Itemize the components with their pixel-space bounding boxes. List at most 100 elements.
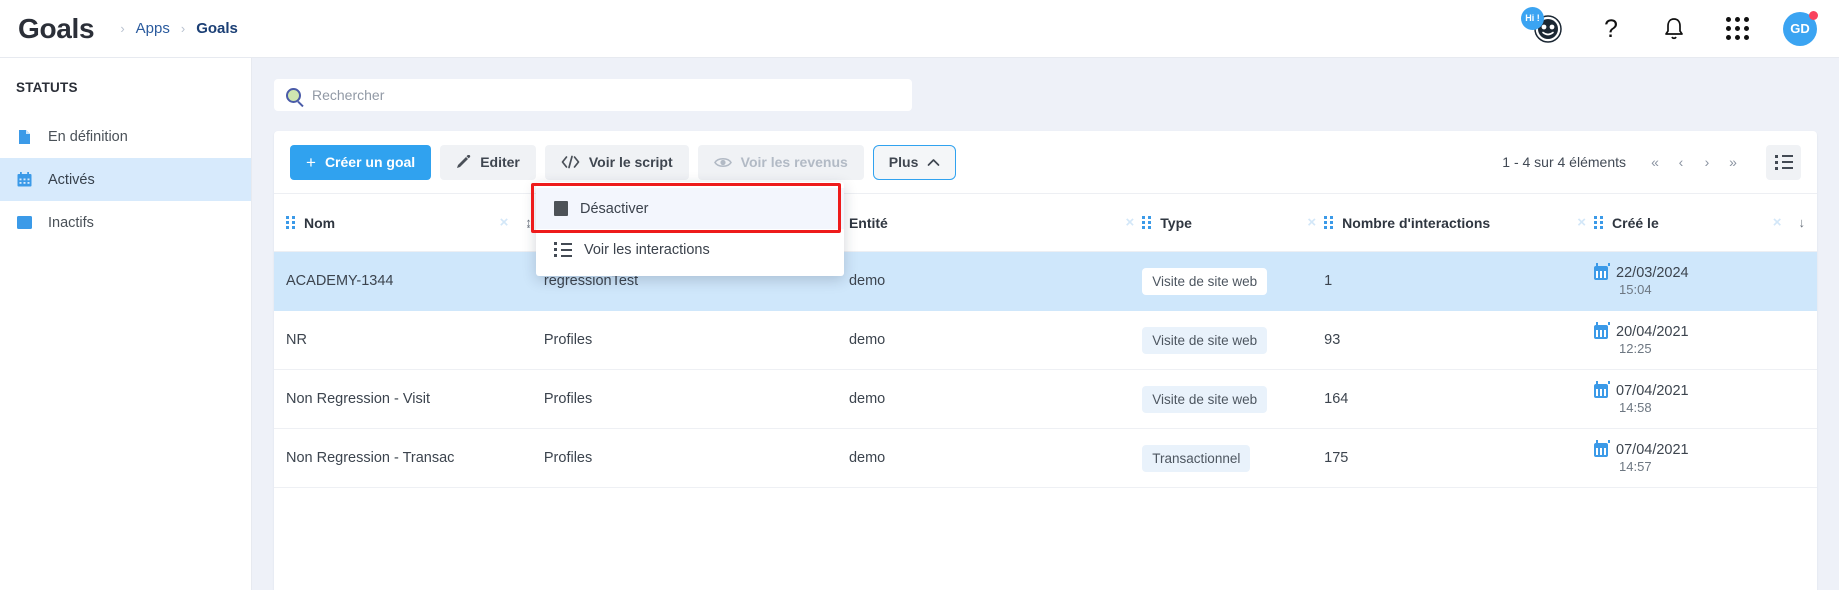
cell-date: 07/04/2021 14:57 — [1594, 428, 1817, 488]
column-header-nom[interactable]: Nom × ↨ — [274, 193, 544, 252]
view-revenue-button: Voir les revenus — [697, 144, 864, 180]
table-row[interactable]: Non Regression - Visit Profiles demo Vis… — [274, 369, 1817, 429]
drag-handle-icon[interactable] — [1594, 216, 1604, 229]
time-value: 14:58 — [1619, 400, 1652, 415]
cell-type: Visite de site web — [1142, 310, 1325, 370]
column-header-label: Entité — [848, 214, 888, 231]
search-placeholder: Rechercher — [312, 87, 385, 103]
calendar-icon — [1594, 440, 1611, 457]
assistant-button[interactable]: Hi ! — [1521, 6, 1565, 46]
sidebar-item-en-definition[interactable]: En définition — [0, 115, 251, 158]
dropdown-item-voir-les-interactions[interactable]: Voir les interactions — [536, 229, 844, 270]
column-clear-icon[interactable]: × — [1773, 214, 1782, 231]
assistant-badge: Hi ! — [1521, 6, 1544, 30]
calendar-icon — [1594, 381, 1611, 398]
view-script-button[interactable]: Voir le script — [544, 144, 689, 180]
apps-menu-button[interactable] — [1720, 12, 1754, 46]
drag-handle-icon[interactable] — [1142, 216, 1152, 229]
table-row[interactable]: ACADEMY-1344 regressionTest demo Visite … — [274, 251, 1817, 311]
breadcrumb-separator-icon: › — [180, 21, 186, 36]
pagination: 1 - 4 sur 4 éléments « ‹ › » — [1502, 144, 1801, 180]
breadcrumb-item-goals[interactable]: Goals — [196, 20, 238, 37]
cell-type: Visite de site web — [1142, 369, 1325, 429]
table-row[interactable]: NR Profiles demo Visite de site web 93 2… — [274, 310, 1817, 370]
sidebar-item-label: En définition — [48, 128, 128, 145]
more-button[interactable]: Plus — [872, 144, 957, 180]
pencil-icon — [457, 154, 471, 168]
cell-interactions: 1 — [1324, 251, 1595, 311]
sidebar-item-label: Inactifs — [48, 214, 94, 231]
help-button[interactable]: ? — [1594, 12, 1628, 46]
chevron-up-icon — [928, 158, 940, 166]
grid-icon — [1725, 17, 1749, 40]
page-body: STATUTS En définition Activés Inactifs R… — [0, 57, 1839, 590]
create-goal-label: Créer un goal — [324, 154, 416, 170]
cell-nom: Non Regression - Transac — [274, 428, 544, 488]
column-header-entite[interactable]: Entité × — [848, 193, 1143, 252]
list-view-toggle-button[interactable] — [1766, 144, 1801, 180]
breadcrumb-separator-icon: › — [120, 21, 125, 36]
type-badge: Visite de site web — [1142, 385, 1268, 413]
view-revenue-label: Voir les revenus — [740, 154, 848, 170]
sort-toggle-icon[interactable]: ↓ — [1799, 215, 1806, 230]
avatar[interactable]: GD — [1783, 10, 1818, 46]
table-header-row: Nom × ↨ Entité × Type × Nombre d'interac… — [274, 193, 1817, 252]
plus-icon: + — [306, 152, 316, 172]
sidebar-item-actives[interactable]: Activés — [0, 158, 251, 201]
table-body: ACADEMY-1344 regressionTest demo Visite … — [274, 251, 1817, 488]
sidebar-item-inactifs[interactable]: Inactifs — [0, 201, 251, 244]
type-badge: Visite de site web — [1142, 267, 1268, 295]
search-icon — [286, 87, 301, 103]
avatar-initials: GD — [1790, 21, 1810, 36]
date-value: 22/03/2024 — [1616, 265, 1689, 281]
sidebar-section-title: STATUTS — [16, 80, 78, 95]
cell-entite: demo — [848, 369, 1143, 429]
bell-icon — [1665, 17, 1683, 39]
type-badge: Visite de site web — [1142, 326, 1268, 354]
dropdown-item-label: Désactiver — [580, 200, 649, 217]
list-icon — [1775, 155, 1793, 170]
more-dropdown-menu: Désactiver Voir les interactions — [531, 182, 844, 276]
pagination-first-button[interactable]: « — [1642, 149, 1668, 175]
cell-libelle: Profiles — [543, 310, 849, 370]
time-value: 15:04 — [1619, 282, 1652, 297]
cell-nom: NR — [274, 310, 544, 370]
column-header-type[interactable]: Type × — [1142, 193, 1325, 252]
edit-button[interactable]: Editer — [440, 144, 536, 180]
cell-type: Transactionnel — [1142, 428, 1325, 488]
column-header-label: Type — [1160, 214, 1192, 231]
column-clear-icon[interactable]: × — [1307, 214, 1316, 231]
filled-square-icon — [554, 201, 568, 216]
time-value: 12:25 — [1619, 341, 1652, 356]
cell-interactions: 175 — [1324, 428, 1595, 488]
column-header-label: Créé le — [1612, 214, 1659, 231]
pagination-count: 1 - 4 sur 4 éléments — [1502, 154, 1626, 170]
notifications-button[interactable] — [1657, 12, 1691, 46]
drag-handle-icon[interactable] — [286, 216, 295, 229]
top-bar: Goals › Apps › Goals Hi ! ? GD — [0, 0, 1839, 57]
cell-interactions: 164 — [1324, 369, 1595, 429]
dropdown-item-desactiver[interactable]: Désactiver — [536, 188, 844, 229]
date-value: 07/04/2021 — [1616, 383, 1689, 399]
column-header-nombre-interactions[interactable]: Nombre d'interactions × — [1324, 193, 1595, 252]
goals-table: Nom × ↨ Entité × Type × Nombre d'interac… — [274, 193, 1817, 488]
view-script-label: Voir le script — [588, 154, 673, 170]
pagination-last-button[interactable]: » — [1720, 149, 1746, 175]
pagination-prev-button[interactable]: ‹ — [1668, 149, 1694, 175]
search-input[interactable]: Rechercher — [274, 79, 912, 111]
calendar-icon — [16, 172, 32, 187]
pagination-next-button[interactable]: › — [1694, 149, 1720, 175]
breadcrumb-item-apps[interactable]: Apps — [136, 20, 170, 37]
date-value: 20/04/2021 — [1616, 324, 1689, 340]
column-clear-icon[interactable]: × — [500, 214, 509, 231]
column-clear-icon[interactable]: × — [1577, 214, 1586, 231]
create-goal-button[interactable]: + Créer un goal — [290, 144, 432, 180]
cell-nom: ACADEMY-1344 — [274, 251, 544, 311]
column-header-label: Nombre d'interactions — [1342, 214, 1491, 231]
column-header-cree-le[interactable]: Créé le × ↓ — [1594, 193, 1817, 252]
more-label: Plus — [888, 154, 919, 170]
sort-toggle-icon[interactable]: ↨ — [525, 215, 532, 230]
column-clear-icon[interactable]: × — [1126, 214, 1135, 231]
drag-handle-icon[interactable] — [1324, 216, 1334, 229]
table-row[interactable]: Non Regression - Transac Profiles demo T… — [274, 428, 1817, 488]
